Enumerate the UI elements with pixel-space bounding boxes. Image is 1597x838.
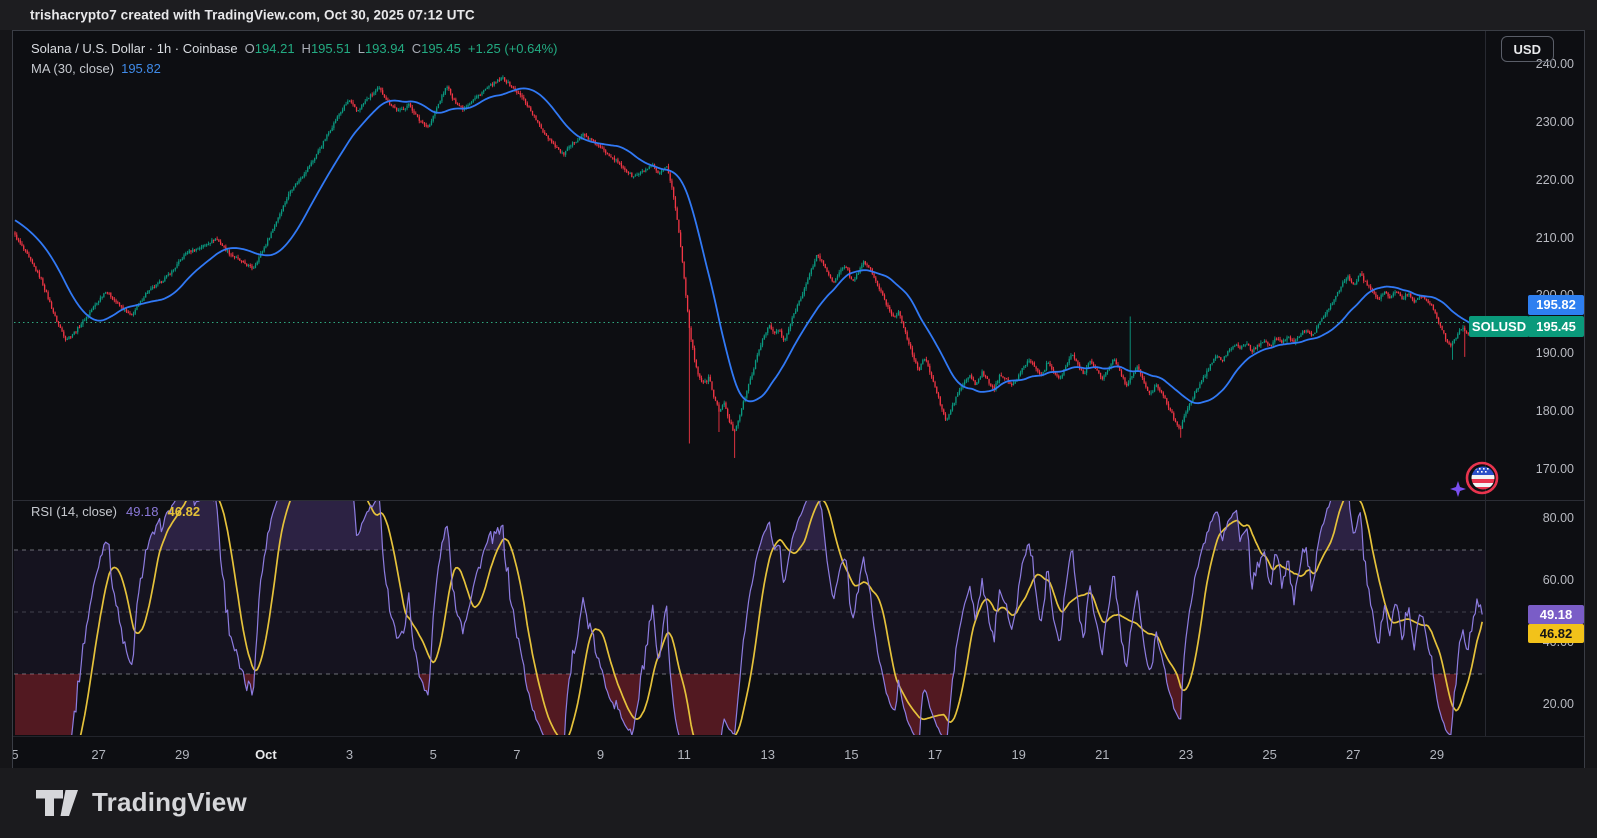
symbol-legend-row[interactable]: Solana / U.S. Dollar · 1h · Coinbase O19…: [31, 38, 557, 58]
time-tick-label: 29: [175, 747, 190, 762]
price-tick-label: 210.00: [1535, 230, 1574, 245]
rsi-tick-label: 60.00: [1542, 573, 1574, 587]
rsi-tick-label: 80.00: [1542, 511, 1574, 525]
time-tick-label: 13: [760, 747, 775, 762]
ma-indicator-label: MA (30, close): [31, 60, 115, 76]
ma-legend-row[interactable]: MA (30, close) 195.82: [31, 58, 557, 78]
time-tick-label: 11: [677, 747, 691, 762]
time-tick-label: 21: [1095, 747, 1110, 762]
time-axis-separator: [13, 736, 1584, 737]
time-tick-label: 27: [91, 747, 106, 762]
price-tick-label: 170.00: [1535, 461, 1574, 476]
symbol-price-tag: SOLUSD: [1469, 316, 1529, 337]
last-price-label: 195.45: [1528, 316, 1584, 337]
ma-price-label: 195.82: [1528, 295, 1584, 315]
attribution-text: trishacrypto7 created with TradingView.c…: [30, 7, 475, 23]
currency-toggle-button[interactable]: USD: [1500, 36, 1554, 62]
close-value: 195.45: [421, 40, 461, 56]
time-tick-label: 19: [1011, 747, 1026, 762]
price-tick-label: 220.00: [1535, 172, 1574, 187]
symbol-title: Solana / U.S. Dollar · 1h · Coinbase: [31, 40, 238, 56]
ma-indicator-value: 195.82: [121, 60, 161, 76]
price-tick-label: 230.00: [1535, 115, 1574, 129]
time-tick-label: 15: [844, 747, 859, 762]
change-value: +1.25 (+0.64%): [467, 40, 558, 56]
pane-separator[interactable]: [13, 500, 1584, 501]
close-label: C: [411, 40, 422, 56]
open-value: 194.21: [254, 40, 295, 56]
high-label: H: [301, 40, 311, 56]
high-value: 195.51: [310, 40, 351, 56]
chart-canvas[interactable]: [13, 31, 1584, 768]
price-axis-separator: [1485, 31, 1486, 736]
tradingview-logo-icon: [36, 789, 78, 816]
attribution-bar: trishacrypto7 created with TradingView.c…: [0, 0, 1597, 30]
low-value: 193.94: [364, 40, 405, 56]
time-tick-label: 9: [596, 747, 605, 762]
rsi-indicator-value: 49.18: [125, 503, 159, 519]
time-tick-label: 3: [345, 747, 354, 762]
chart-widget: Solana / U.S. Dollar · 1h · Coinbase O19…: [12, 30, 1585, 769]
time-tick-label: 23: [1178, 747, 1194, 762]
low-label: L: [357, 40, 365, 56]
time-tick-label: 27: [1346, 747, 1361, 762]
price-tick-label: 190.00: [1535, 346, 1574, 360]
rsi-value-label: 49.18: [1528, 605, 1584, 624]
time-tick-label: Oct: [255, 747, 277, 762]
rsi-ma-value-label: 46.82: [1528, 624, 1584, 643]
rsi-ma-indicator-value: 46.82: [167, 503, 201, 519]
time-tick-label: 5: [429, 747, 437, 762]
rsi-tick-label: 20.00: [1542, 697, 1574, 711]
rsi-legend-row[interactable]: RSI (14, close) 49.18 46.82: [31, 502, 200, 520]
time-tick-label: 17: [927, 747, 943, 762]
price-tick-label: 180.00: [1535, 403, 1574, 418]
open-label: O: [244, 40, 255, 56]
time-tick-label: 29: [1429, 747, 1445, 762]
rsi-indicator-label: RSI (14, close): [31, 503, 117, 519]
footer: TradingView: [0, 768, 1597, 838]
time-tick-label: 25: [1262, 747, 1277, 762]
time-tick-label: 5: [12, 747, 19, 762]
price-pane-legend: Solana / U.S. Dollar · 1h · Coinbase O19…: [31, 38, 557, 78]
flag-moon-emoji: [1449, 459, 1501, 504]
sparkle-icon: [1450, 481, 1466, 497]
time-tick-label: 7: [513, 747, 521, 762]
flag-ball-icon: [1471, 466, 1495, 490]
tradingview-logo-text: TradingView: [92, 787, 247, 817]
tradingview-logo[interactable]: TradingView: [36, 787, 247, 818]
